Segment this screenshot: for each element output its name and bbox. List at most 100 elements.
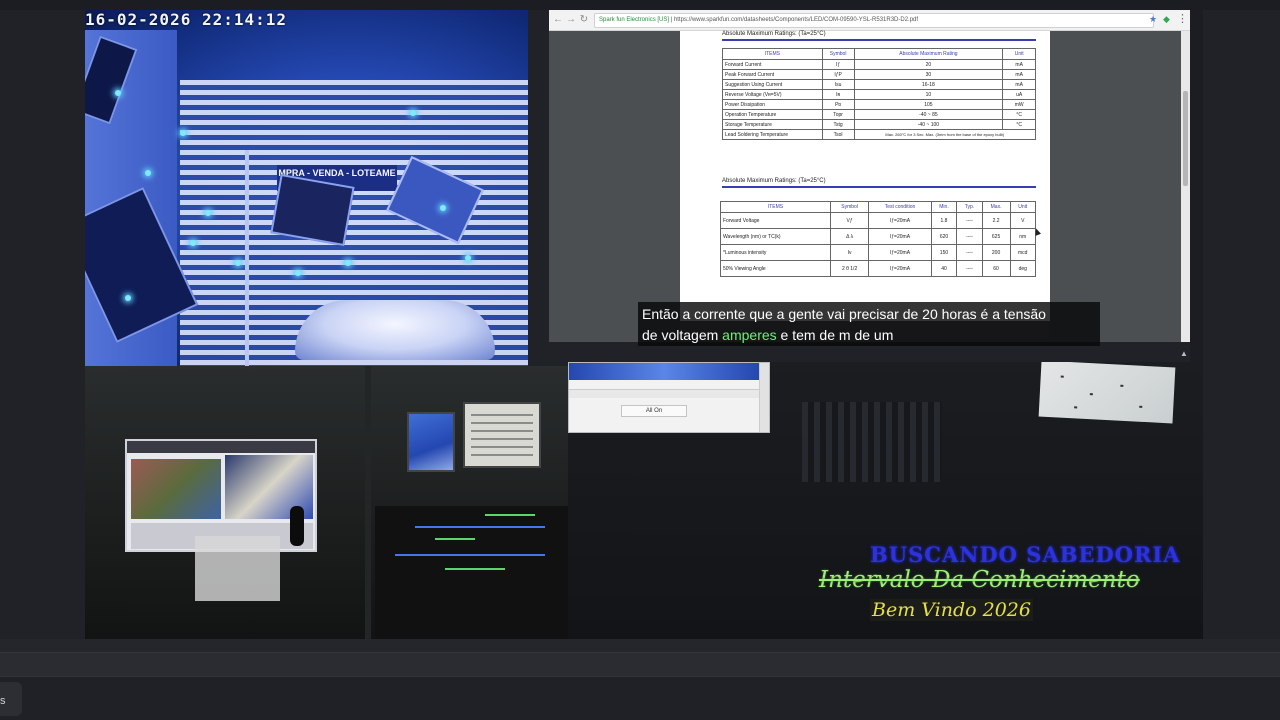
picture-mark (1139, 405, 1143, 408)
table-cell: 200 (981, 244, 1011, 261)
table-cell: Iƒ (821, 59, 855, 70)
back-arrow-icon[interactable]: ← (552, 14, 564, 26)
table-cell: Tstg (821, 119, 855, 130)
table-cell: 1.8 (930, 212, 958, 229)
table-cell: Peak Forward Current (722, 69, 823, 80)
studio-camera-feed (85, 366, 568, 639)
table-cell: Pᴅ (821, 99, 855, 110)
popup-horizontal-scrollbar[interactable] (569, 389, 759, 398)
all-on-button[interactable]: All On (621, 405, 687, 417)
section-rule (722, 186, 1036, 188)
banner-title: BUSCANDO SABEDORIA (870, 542, 1181, 567)
forward-arrow-icon[interactable]: → (565, 14, 577, 26)
monitor-text-line (471, 438, 533, 440)
section-title: Absolute Maximum Ratings: (Ta=25°C) (722, 31, 826, 37)
table-cell: Power Dissipation (722, 99, 823, 110)
led-light (205, 210, 211, 216)
table-cell: 16-18 (853, 79, 1004, 90)
table-cell: mA (1002, 69, 1036, 80)
table-cell: Wavelength (nm) or TC(k) (719, 228, 832, 245)
picture-mark (1120, 384, 1124, 387)
table-cell: 60 (981, 260, 1011, 277)
table-row: Operation Temperature Topr -40 ~ 85 °C (722, 109, 1036, 120)
table-cell: Tsol (821, 129, 855, 140)
table-cell: mcd (1009, 244, 1036, 261)
popup-vertical-scrollbar[interactable] (759, 363, 769, 432)
studio-monitor-left (407, 412, 455, 472)
table-cell: Max. 260°C for 3 Sec. Max. (3mm from the… (853, 129, 1037, 140)
table-row: Suggestion Using Current Isu 16-18 mA (722, 79, 1036, 90)
led-light (410, 110, 416, 116)
led-light (125, 295, 131, 301)
table-cell: uA (1002, 89, 1036, 100)
table-header-cell: Min. (930, 201, 958, 213)
table-header-cell: Symbol (821, 48, 855, 60)
table-cell: 30 (853, 69, 1004, 80)
kebab-menu-icon[interactable]: ⋮ (1177, 12, 1188, 25)
studio-desk (195, 536, 280, 601)
table-cell: IƒP (821, 69, 855, 80)
table-cell: *Luminous intensity (719, 244, 832, 261)
section-rule (722, 39, 1036, 41)
extension-icon[interactable]: ◆ (1163, 14, 1170, 25)
reload-icon[interactable]: ↻ (578, 14, 590, 26)
table-cell: Forward Voltage (719, 212, 832, 229)
table-header-cell: ITEMS (722, 48, 823, 60)
table-row: Lead Soldering Temperature Tsol Max. 260°C… (722, 129, 1037, 140)
picture-mark (1089, 393, 1093, 396)
table-cell: 150 (930, 244, 958, 261)
stream-canvas: MPRA - VENDA - LOTEAME 16-02-2026 22:14:… (0, 0, 1280, 720)
caption-text: e tem de m de um (776, 327, 894, 343)
table-cell: 105 (853, 99, 1004, 110)
absolute-max-ratings-table: ITEMS Symbol Absolute Maximum Rating Unit F… (722, 48, 1037, 140)
mixer-level (445, 568, 505, 570)
table-row: Forward Voltage Vƒ Iƒ=20mA 1.8 ---- 2.2 V (719, 212, 1036, 229)
mixer-level (395, 554, 545, 556)
pdf-page: Absolute Maximum Ratings: (Ta=25°C) ITEM… (680, 31, 1050, 321)
table-header-cell: Unit (1002, 48, 1036, 60)
caption-line-1: Então a corrente que a gente vai precisa… (642, 306, 1046, 322)
table-cell: mA (1002, 59, 1036, 70)
table-cell: Operation Temperature (722, 109, 823, 120)
pdf-viewer-margin (549, 31, 680, 342)
led-light (295, 270, 301, 276)
led-light (235, 260, 241, 266)
tv-header (127, 441, 315, 453)
page-bottom-bar (0, 676, 1280, 720)
led-light (345, 260, 351, 266)
mixer-level (435, 538, 475, 540)
popup-preview (569, 363, 759, 380)
led-light (145, 170, 151, 176)
table-cell: Isu (821, 79, 855, 90)
table-cell: °C (1002, 109, 1036, 120)
caption-line-2: de voltagem amperes e tem de m de um (642, 325, 1096, 346)
secure-site-label: Spark fun Electronics [US] (599, 17, 670, 23)
table-cell: 20 (853, 59, 1004, 70)
studio-mixer (375, 506, 568, 639)
table-cell: 625 (981, 228, 1011, 245)
table-cell: Suggestion Using Current (722, 79, 823, 90)
mouse-cursor-icon (1032, 227, 1042, 236)
player-controls-bar (0, 652, 1280, 676)
table-cell: Iƒ=20mA (868, 244, 932, 261)
table-cell: ---- (956, 260, 983, 277)
pdf-scrollbar[interactable] (1181, 31, 1190, 342)
monitor-text-line (471, 414, 533, 416)
camera-foreground-object (270, 173, 355, 247)
table-cell: Δ λ (830, 228, 870, 245)
table-cell: nm (1009, 228, 1036, 245)
table-cell: 10 (853, 89, 1004, 100)
caption-highlight: amperes (722, 327, 777, 343)
section-title: Absolute Maximum Ratings: (Ta=25°C) (722, 178, 826, 184)
led-light (190, 240, 196, 246)
bookmark-star-icon[interactable]: ★ (1149, 14, 1157, 25)
bottom-button-label[interactable]: s (0, 695, 6, 707)
url-text: https://www.sparkfun.com/datasheets/Comp… (673, 17, 919, 23)
scrollbar-thumb[interactable] (1183, 91, 1188, 186)
security-camera-feed: MPRA - VENDA - LOTEAME 16-02-2026 22:14:… (85, 10, 528, 366)
address-bar[interactable]: Spark fun Electronics [US] | https://www… (594, 13, 1154, 28)
studio-monitor-right (463, 402, 541, 468)
caption-text: de voltagem (642, 327, 723, 343)
table-row: *Luminous intensity Iv Iƒ=20mA 150 ---- 200 mc… (719, 244, 1036, 261)
electrical-characteristics-table: ITEMS Symbol Test condition Min. Typ. Max. Uni… (719, 201, 1036, 277)
